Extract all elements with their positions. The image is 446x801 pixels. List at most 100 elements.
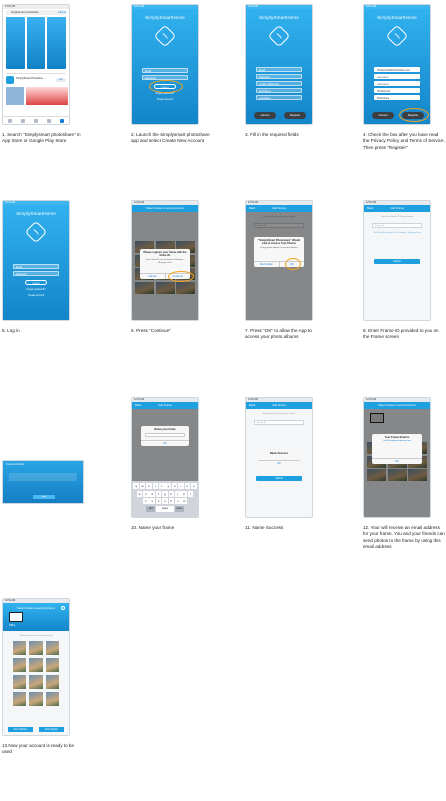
ok-button[interactable]: OK [372,459,422,464]
dont-allow-button[interactable]: Don't Allow [254,262,279,267]
frame-icon[interactable] [9,612,23,622]
photo-thumb[interactable] [29,641,43,655]
register-button[interactable]: Register [284,112,306,119]
key-return[interactable]: return [174,505,184,512]
gear-icon[interactable] [61,606,65,610]
updates-tab-icon[interactable] [47,118,52,123]
password-field[interactable]: Password [13,271,59,276]
key[interactable]: m [181,498,187,504]
nav-bar: Back Add Frame [246,402,312,409]
cancel-button[interactable]: Cancel [372,112,394,119]
send-photos-button[interactable]: Send Photos [8,727,33,732]
key-space[interactable]: space [156,505,174,512]
apps-tab-icon[interactable] [33,118,38,123]
photo-thumb[interactable] [13,692,27,706]
key[interactable]: i [178,483,184,489]
cancel-button[interactable]: Cancel [254,112,276,119]
frame-name-input[interactable] [145,433,185,438]
password-field[interactable]: Password [256,74,302,79]
key[interactable]: z [143,498,149,504]
key[interactable]: f [155,490,162,497]
first-name-field[interactable]: First Name [256,88,302,93]
page-title: Select frame to send photos to [17,606,55,610]
key[interactable]: c [155,498,162,504]
key[interactable]: w [139,483,146,489]
phone-name-frame: 12:51 AM Back Add Frame Name your frame O… [131,397,199,518]
photo-thumb[interactable] [13,675,27,689]
key[interactable]: d [149,490,156,497]
email-field[interactable]: Email [256,67,302,72]
ok-button[interactable]: OK [258,461,300,466]
photo-thumb[interactable] [45,658,59,672]
frame-id-input[interactable]: Frame ID [254,420,304,425]
nav-bar: Select frame to send photos to [364,402,430,409]
dialog-body: Your frame ID can be found in Settings -… [145,258,185,264]
key[interactable]: b [168,498,175,504]
confirm-password-field[interactable]: •••••••••••••• [374,81,420,86]
phone-register-filled: 12:51 AM SimplySmartHome Simplysmart@pho… [363,4,431,125]
cancel-button[interactable]: Cancel [140,274,165,279]
key[interactable]: n [174,498,181,504]
step-5: 12:51 AM SimplySmartHome Email Password … [2,200,84,334]
key[interactable]: u [171,483,178,489]
add-caption-button[interactable]: Add Caption [39,727,64,732]
password-field[interactable]: •••••••••••••• [374,74,420,79]
key[interactable]: r [152,483,159,489]
key[interactable]: o [184,483,191,489]
key[interactable]: l [187,490,194,497]
photo-thumb[interactable] [29,658,43,672]
email-field[interactable]: Simplysmart@photoshare.com [374,67,420,72]
photo-thumb[interactable] [45,675,59,689]
key[interactable]: k [181,490,187,497]
last-name-field[interactable]: Last Name [256,95,302,100]
last-name-field[interactable]: Photoshare [374,95,420,100]
status-bar: 12:51 AM [3,5,69,9]
ok-button[interactable]: OK [141,441,189,446]
key[interactable]: y [165,483,171,489]
highlight-circle [168,271,194,282]
photo-thumb[interactable] [13,641,27,655]
email-field[interactable]: Email [13,264,59,269]
app-result-row[interactable]: SimplySmart Photosha... GET [6,73,66,85]
confirm-password-field[interactable]: Confirm Password [256,81,302,86]
photo-grid [13,641,59,706]
key[interactable]: p [190,483,197,489]
photo-thumb[interactable] [13,658,27,672]
key[interactable]: e [146,483,152,489]
key[interactable]: j [174,490,181,497]
nav-bar: Back Add Frame [132,402,198,409]
brand-logo: SimplySmartHome [259,15,299,20]
forgot-password-link[interactable]: Forgot password? [3,288,69,291]
games-tab-icon[interactable] [20,118,25,123]
key[interactable]: a [136,490,143,497]
key-123[interactable]: 123 [146,505,156,512]
photo-thumb[interactable] [29,675,43,689]
frame-id-input[interactable]: Frame ID [372,223,422,228]
first-name-field[interactable]: Simplysmart [374,88,420,93]
submit-button[interactable]: Submit [374,259,420,264]
key[interactable]: x [149,498,156,504]
login-button[interactable]: Log In [25,280,47,285]
key[interactable]: h [168,490,175,497]
step-caption: 2. Launch the Simplysmart photoshare app… [131,132,210,144]
next-button[interactable]: Next [33,495,55,499]
cancel-link[interactable]: Cancel [58,10,66,15]
photo-thumb[interactable] [45,692,59,706]
photo-thumb[interactable] [29,692,43,706]
key[interactable]: v [162,498,168,504]
search-tab-icon[interactable] [60,118,65,123]
key[interactable]: t [159,483,165,489]
photo-thumb[interactable] [45,641,59,655]
key[interactable]: q [133,483,140,489]
create-account-link[interactable]: Create Account [3,294,69,297]
today-tab-icon[interactable] [7,118,12,123]
create-account-link[interactable]: Create Account [132,98,198,101]
key[interactable]: s [143,490,149,497]
brand-logo: SimplySmartHome [16,211,56,216]
get-button[interactable]: GET [56,78,66,82]
submit-button[interactable]: Submit [256,476,302,481]
email-field[interactable]: Email [142,68,188,73]
key[interactable]: g [162,490,168,497]
highlight-circle [149,80,183,93]
step-6: 12:51 AM Select frame to send photos to … [131,200,213,334]
